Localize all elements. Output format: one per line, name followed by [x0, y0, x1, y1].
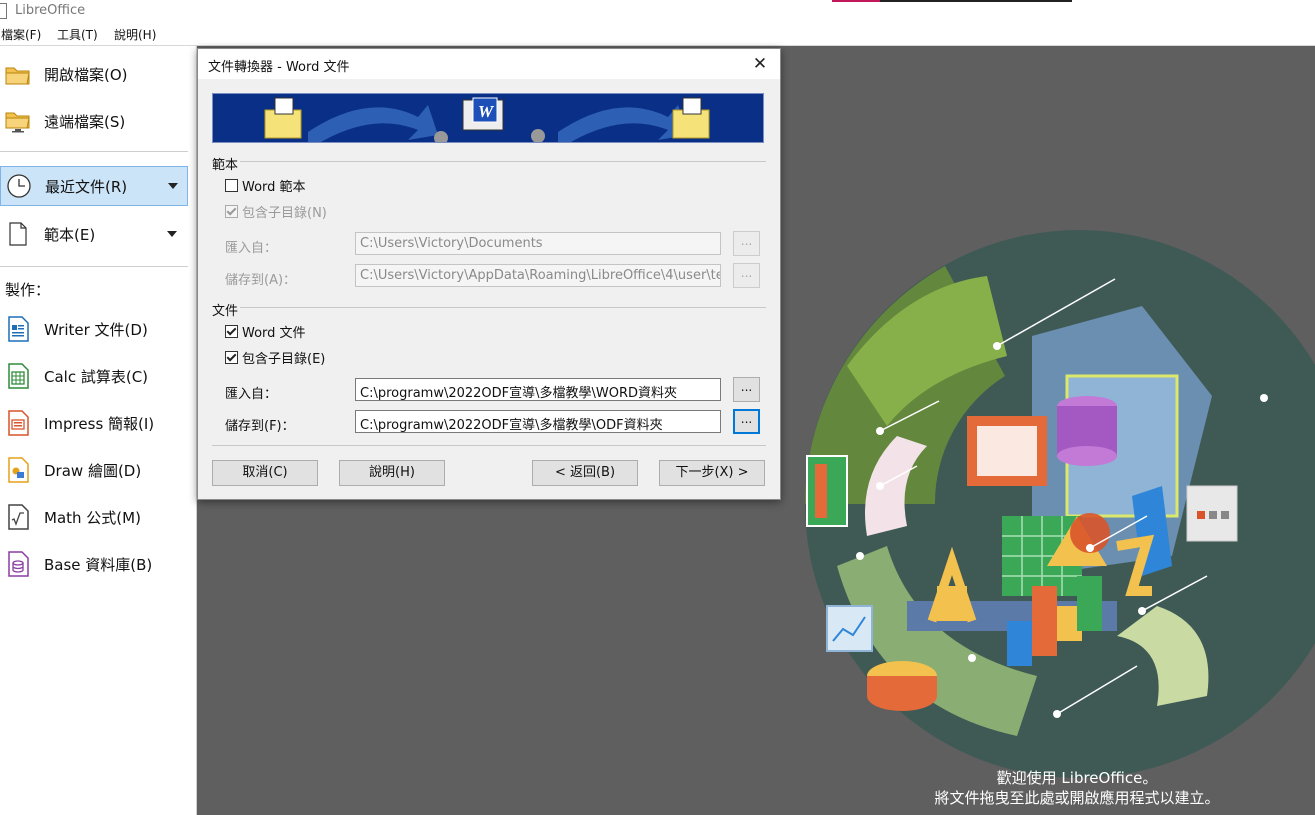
- group-divider: [240, 307, 766, 308]
- menubar: 檔案(F) 工具(T) 說明(H): [0, 23, 1315, 46]
- sidebar-divider: [0, 151, 188, 152]
- buttons-divider: [212, 445, 766, 446]
- start-center-sidebar: 開啟檔案(O) 遠端檔案(S) 最近文件(R) 範本(E) 製作： Writer…: [0, 46, 197, 815]
- conversion-banner-image: W: [264, 97, 710, 142]
- document-save-browse-button[interactable]: ...: [733, 409, 760, 434]
- sidebar-divider: [0, 266, 188, 267]
- sidebar-open-file[interactable]: 開啟檔案(O): [0, 54, 188, 94]
- welcome-line-1: 歡迎使用 LibreOffice。: [996, 769, 1158, 787]
- sidebar-item-label: Writer 文件(D): [44, 320, 148, 339]
- welcome-line-2: 將文件拖曳至此處或開啟應用程式以建立。: [934, 789, 1220, 807]
- sidebar-remote-files[interactable]: 遠端檔案(S): [0, 101, 188, 141]
- template-group-label: 範本: [212, 158, 239, 173]
- back-button[interactable]: < 返回(B): [532, 460, 638, 486]
- sidebar-item-label: 遠端檔案(S): [44, 112, 126, 131]
- word-documents-checkbox[interactable]: Word 文件: [225, 322, 306, 341]
- word-templates-checkbox[interactable]: Word 範本: [225, 176, 306, 195]
- sidebar-math[interactable]: Math 公式(M): [0, 497, 188, 537]
- svg-text:W: W: [478, 102, 495, 121]
- group-divider: [240, 161, 766, 162]
- menu-tools[interactable]: 工具(T): [57, 26, 98, 43]
- titlebar-accent: [832, 0, 1072, 2]
- math-icon: [8, 504, 29, 530]
- sidebar-base[interactable]: Base 資料庫(B): [0, 544, 188, 584]
- sidebar-calc[interactable]: Calc 試算表(C): [0, 356, 188, 396]
- dialog-title: 文件轉換器 - Word 文件: [208, 60, 350, 75]
- document-icon: [0, 3, 7, 19]
- document-import-browse-button[interactable]: ...: [733, 377, 760, 402]
- window-titlebar: LibreOffice: [0, 0, 1315, 23]
- document-import-path-field[interactable]: C:\programw\2022ODF宣導\多檔教學\WORD資料夾: [355, 378, 721, 401]
- menu-file[interactable]: 檔案(F): [1, 26, 41, 43]
- sidebar-item-label: Impress 簡報(I): [44, 414, 155, 433]
- sidebar-item-label: 開啟檔案(O): [44, 65, 128, 84]
- checkbox-box[interactable]: [225, 325, 238, 338]
- document-save-path-field[interactable]: C:\programw\2022ODF宣導\多檔教學\ODF資料夾: [355, 410, 721, 433]
- checkbox-box[interactable]: [225, 351, 238, 364]
- sidebar-item-label: Calc 試算表(C): [44, 367, 149, 386]
- dialog-titlebar: 文件轉換器 - Word 文件 ✕: [198, 49, 780, 79]
- document-include-subdirs-checkbox[interactable]: 包含子目錄(E): [225, 348, 325, 367]
- template-save-label: 儲存到(A)：: [225, 273, 297, 288]
- calc-icon: [8, 363, 29, 389]
- clock-icon: [7, 174, 31, 198]
- create-heading: 製作：: [5, 281, 51, 299]
- checkbox-box[interactable]: [225, 179, 238, 192]
- folder-icon: [264, 97, 302, 139]
- sidebar-templates[interactable]: 範本(E): [0, 214, 188, 254]
- sidebar-item-label: Base 資料庫(B): [44, 555, 153, 574]
- help-button[interactable]: 說明(H): [339, 460, 445, 486]
- chevron-down-icon[interactable]: [167, 231, 177, 237]
- menu-help[interactable]: 說明(H): [114, 26, 156, 43]
- writer-icon: [8, 316, 29, 342]
- folder-icon: [5, 67, 30, 85]
- document-converter-dialog: 文件轉換器 - Word 文件 ✕ W 範本 Word 範本 包含子目錄(N) …: [197, 48, 781, 500]
- document-group-label: 文件: [212, 304, 239, 319]
- template-include-subdirs-checkbox[interactable]: 包含子目錄(N): [225, 202, 327, 221]
- template-import-browse-button[interactable]: ...: [733, 231, 760, 256]
- welcome-message: 歡迎使用 LibreOffice。 將文件拖曳至此處或開啟應用程式以建立。: [847, 768, 1307, 808]
- window-title: LibreOffice: [15, 3, 86, 18]
- draw-icon: [8, 457, 29, 483]
- template-save-browse-button[interactable]: ...: [733, 263, 760, 288]
- checkbox-box[interactable]: [225, 205, 238, 218]
- impress-icon: [8, 410, 29, 436]
- word-document-icon: W: [434, 97, 545, 142]
- sidebar-item-label: 範本(E): [44, 225, 96, 244]
- template-icon: [9, 222, 27, 246]
- sidebar-writer[interactable]: Writer 文件(D): [0, 309, 188, 349]
- close-icon[interactable]: ✕: [746, 51, 774, 77]
- sidebar-draw[interactable]: Draw 繪圖(D): [0, 450, 188, 490]
- document-import-label: 匯入自：: [225, 387, 278, 402]
- sidebar-item-label: Draw 繪圖(D): [44, 461, 142, 480]
- chevron-down-icon[interactable]: [168, 183, 178, 189]
- sidebar-recent-documents[interactable]: 最近文件(R): [0, 166, 188, 206]
- sidebar-impress[interactable]: Impress 簡報(I): [0, 403, 188, 443]
- template-save-path-field[interactable]: C:\Users\Victory\AppData\Roaming\LibreOf…: [355, 264, 721, 287]
- cancel-button[interactable]: 取消(C): [212, 460, 318, 486]
- folder-icon: [672, 97, 710, 139]
- remote-folder-icon: [5, 112, 30, 133]
- base-icon: [8, 551, 29, 577]
- sidebar-item-label: Math 公式(M): [44, 508, 141, 527]
- next-button[interactable]: 下一步(X) >: [659, 460, 765, 486]
- document-save-label: 儲存到(F)：: [225, 419, 295, 434]
- sidebar-item-label: 最近文件(R): [45, 177, 128, 196]
- wizard-banner: W: [212, 93, 764, 143]
- template-import-path-field[interactable]: C:\Users\Victory\Documents: [355, 232, 721, 255]
- template-import-label: 匯入自：: [225, 241, 278, 256]
